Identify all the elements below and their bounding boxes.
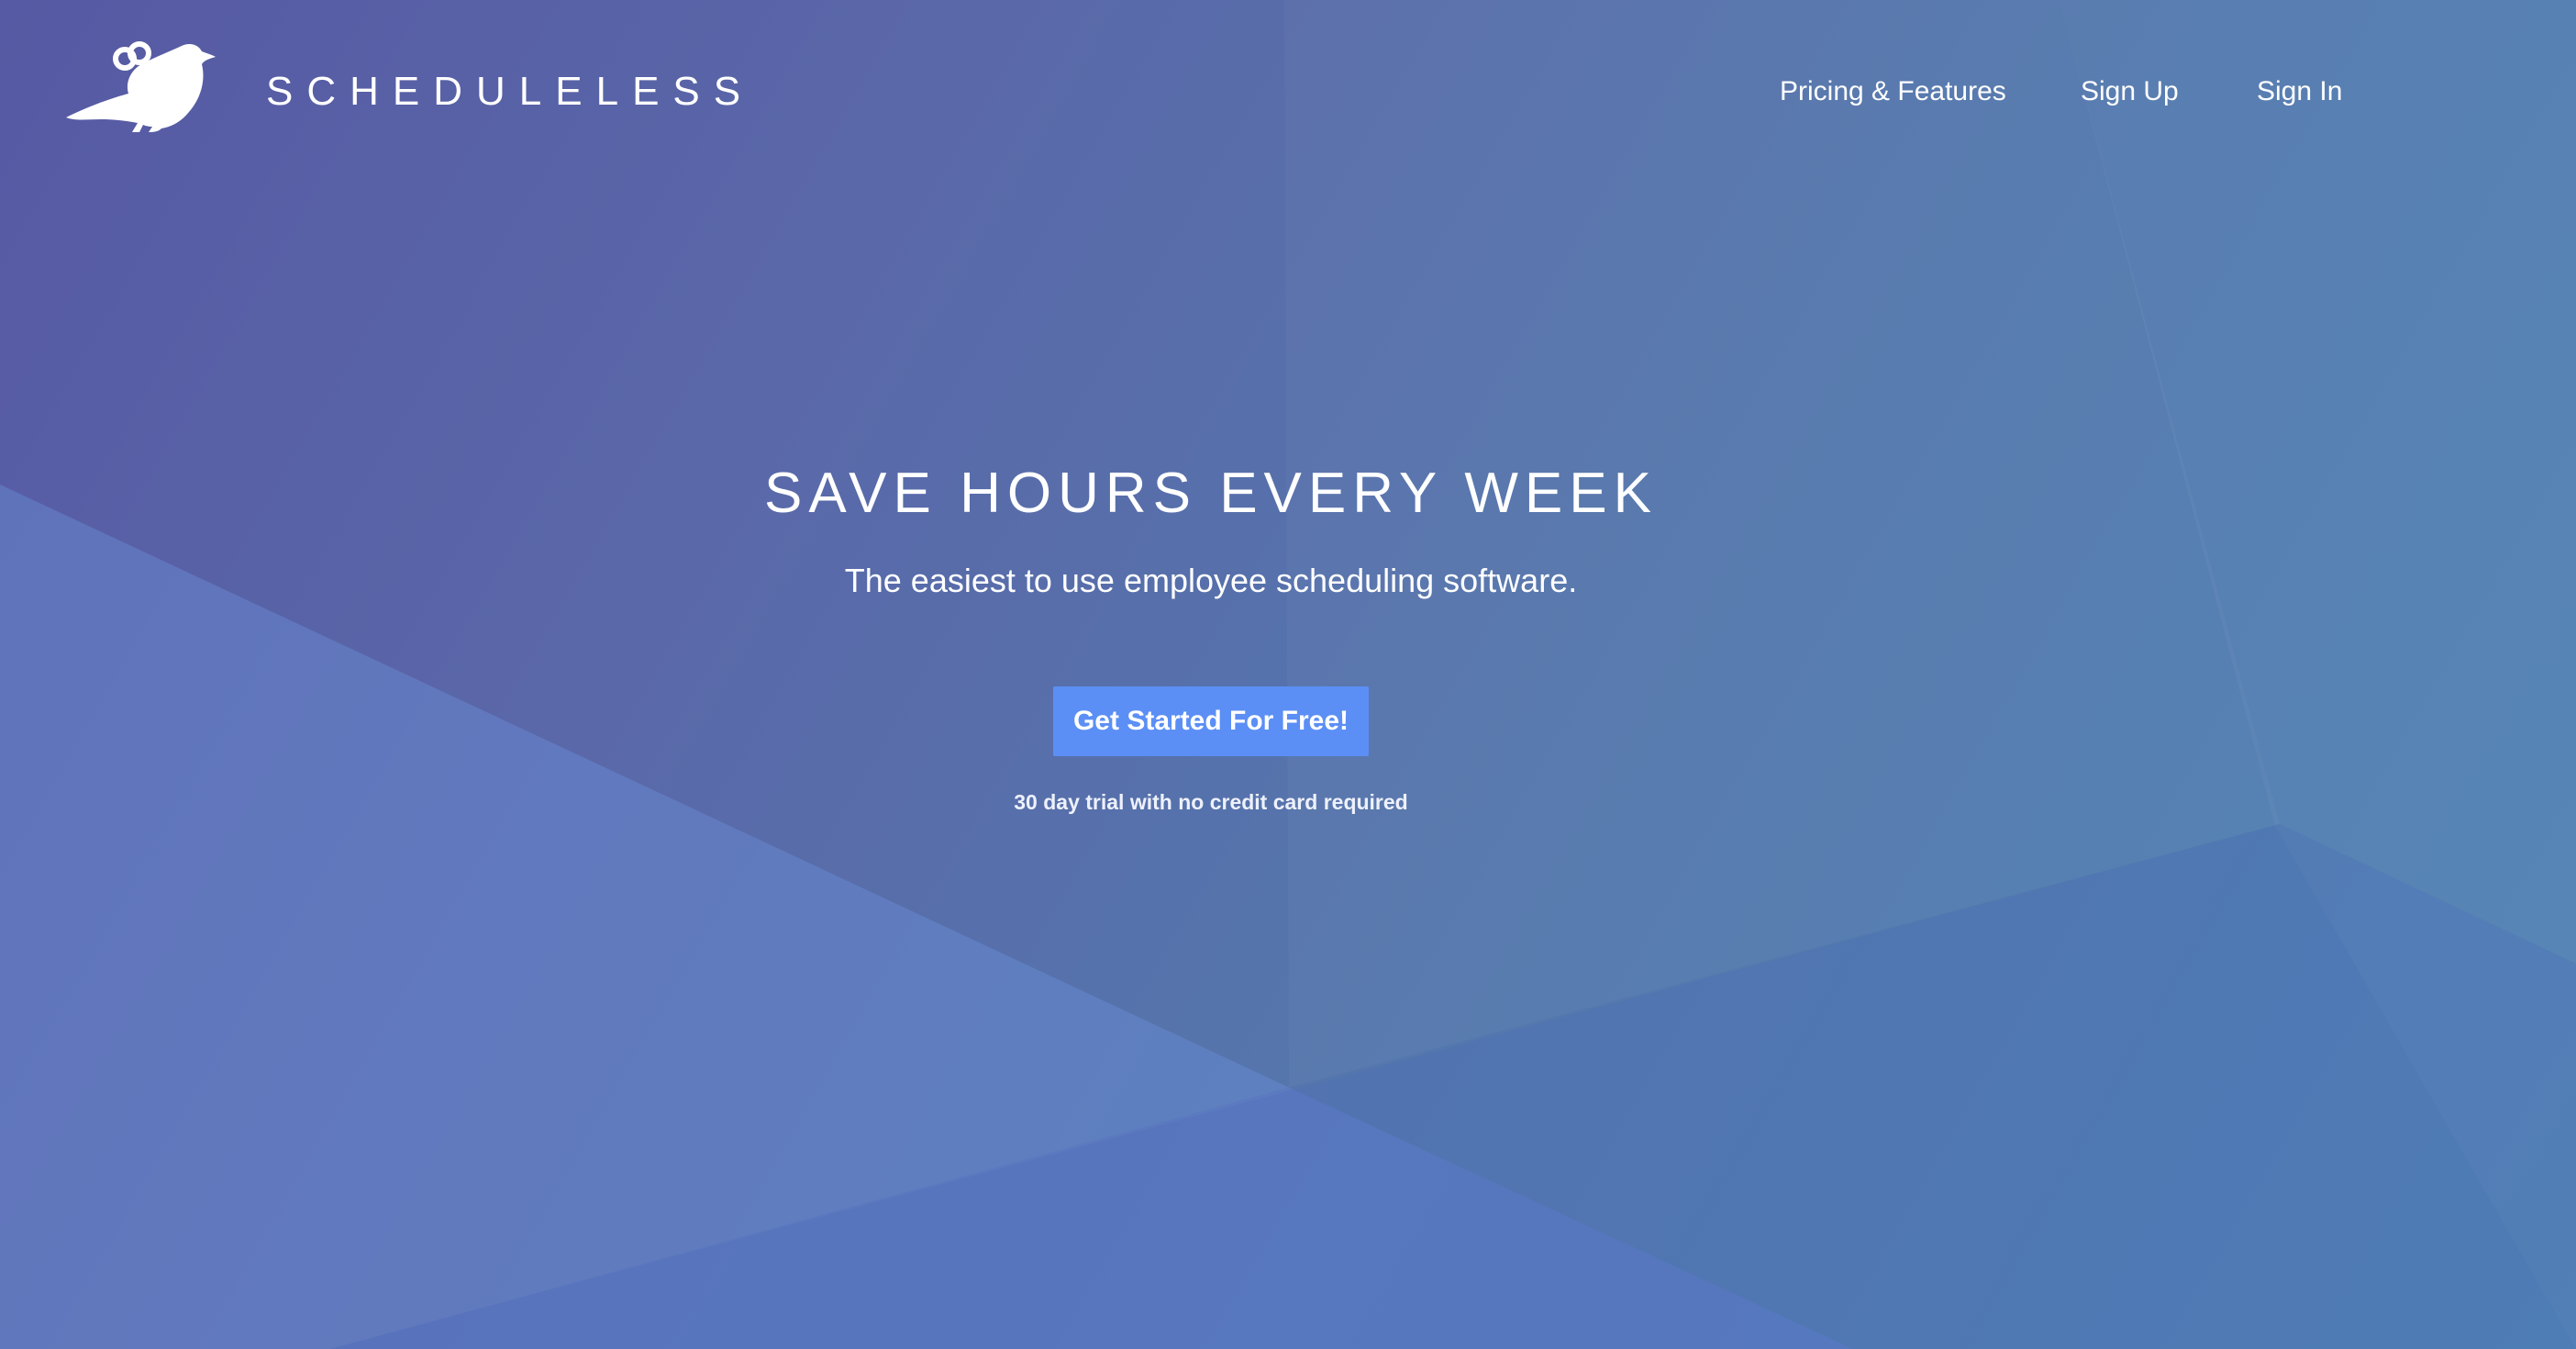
hero-headline: SAVE HOURS EVERY WEEK	[764, 462, 1658, 525]
trial-note: 30 day trial with no credit card require…	[1014, 790, 1408, 814]
hero-section: SAVE HOURS EVERY WEEK The easiest to use…	[0, 0, 2422, 1349]
get-started-button[interactable]: Get Started For Free!	[1053, 686, 1369, 756]
hero-subheadline: The easiest to use employee scheduling s…	[844, 562, 1578, 599]
